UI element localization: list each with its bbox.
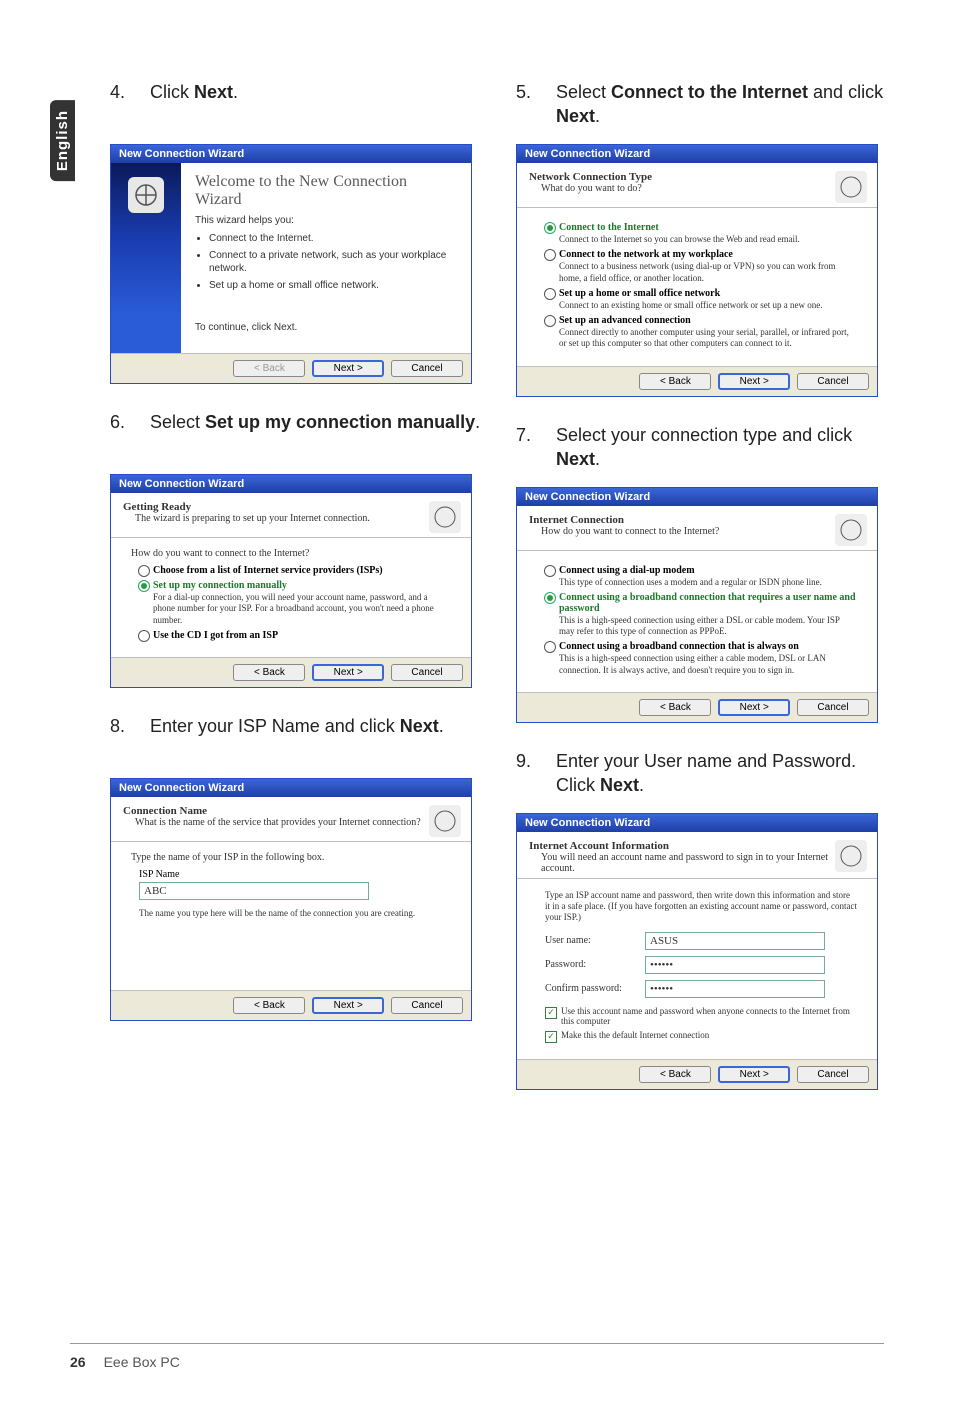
step-8-text: Enter your ISP Name and click Next. xyxy=(150,714,444,764)
wizard-titlebar: New Connection Wizard xyxy=(517,814,877,832)
step-5-heading: 5. Select Connect to the Internet and cl… xyxy=(516,80,894,130)
next-button[interactable]: Next > xyxy=(312,360,384,377)
isp-name-input[interactable]: ABC xyxy=(139,882,369,900)
back-button[interactable]: < Back xyxy=(639,373,711,390)
next-button[interactable]: Next > xyxy=(718,1066,790,1083)
wizard-header-title: Internet Account Information xyxy=(529,840,835,852)
username-input[interactable]: ASUS xyxy=(645,932,825,950)
wizard-5: New Connection Wizard Network Connection… xyxy=(516,144,878,397)
next-button[interactable]: Next > xyxy=(718,699,790,716)
wizard-header-sub: The wizard is preparing to set up your I… xyxy=(123,513,429,524)
network-icon xyxy=(835,840,867,872)
wizard-side-graphic xyxy=(111,163,181,353)
network-icon xyxy=(429,501,461,533)
page-number: 26 xyxy=(70,1354,86,1370)
network-icon xyxy=(124,173,168,217)
radio-option-home-net[interactable]: Set up a home or small office networkCon… xyxy=(545,288,857,311)
cancel-button[interactable]: Cancel xyxy=(797,1066,869,1083)
step-7-heading: 7. Select your connection type and click… xyxy=(516,423,894,473)
wizard-header-sub: How do you want to connect to the Intern… xyxy=(529,526,835,537)
bullet-item: Connect to the Internet. xyxy=(209,232,457,245)
wizard-header-sub: What do you want to do? xyxy=(529,183,835,194)
back-button[interactable]: < Back xyxy=(233,360,305,377)
wizard-titlebar: New Connection Wizard xyxy=(517,488,877,506)
wizard-header-title: Connection Name xyxy=(123,805,429,817)
radio-option-workplace[interactable]: Connect to the network at my workplaceCo… xyxy=(545,249,857,284)
checkbox-default-connection[interactable]: Make this the default Internet connectio… xyxy=(545,1030,857,1043)
radio-option-dialup[interactable]: Connect using a dial-up modemThis type o… xyxy=(545,565,857,588)
wizard-titlebar: New Connection Wizard xyxy=(111,779,471,797)
cancel-button[interactable]: Cancel xyxy=(797,373,869,390)
isp-note: The name you type here will be the name … xyxy=(139,908,451,919)
language-tab: English xyxy=(50,100,75,181)
network-icon xyxy=(835,514,867,546)
wizard-header-sub: What is the name of the service that pro… xyxy=(123,817,429,828)
bullet-item: Set up a home or small office network. xyxy=(209,279,457,292)
cancel-button[interactable]: Cancel xyxy=(391,664,463,681)
step-4-number: 4. xyxy=(110,80,130,130)
wizard-8: New Connection Wizard Connection Name Wh… xyxy=(110,778,472,1021)
wizard-titlebar: New Connection Wizard xyxy=(111,475,471,493)
checkbox-use-account-anyone[interactable]: Use this account name and password when … xyxy=(545,1006,857,1026)
network-icon xyxy=(835,171,867,203)
wizard-lead: This wizard helps you: xyxy=(195,215,457,226)
step-5-text: Select Connect to the Internet and click… xyxy=(556,80,894,130)
step-4-text: Click Next. xyxy=(150,80,238,130)
wizard-6: New Connection Wizard Getting Ready The … xyxy=(110,474,472,688)
prompt-text: How do you want to connect to the Intern… xyxy=(131,548,451,559)
radio-option-manual[interactable]: Set up my connection manuallyFor a dial-… xyxy=(139,580,451,626)
cancel-button[interactable]: Cancel xyxy=(391,360,463,377)
wizard-header-title: Internet Connection xyxy=(529,514,835,526)
step-8-number: 8. xyxy=(110,714,130,764)
wizard-7: New Connection Wizard Internet Connectio… xyxy=(516,487,878,723)
continue-note: To continue, click Next. xyxy=(195,322,457,333)
step-7-text: Select your connection type and click Ne… xyxy=(556,423,894,473)
back-button[interactable]: < Back xyxy=(639,699,711,716)
step-5-number: 5. xyxy=(516,80,536,130)
network-icon xyxy=(429,805,461,837)
next-button[interactable]: Next > xyxy=(312,664,384,681)
step-9-number: 9. xyxy=(516,749,536,799)
cancel-button[interactable]: Cancel xyxy=(391,997,463,1014)
wizard-header-title: Getting Ready xyxy=(123,501,429,513)
username-label: User name: xyxy=(545,935,635,946)
bullet-item: Connect to a private network, such as yo… xyxy=(209,249,457,275)
next-button[interactable]: Next > xyxy=(312,997,384,1014)
back-button[interactable]: < Back xyxy=(639,1066,711,1083)
confirm-password-input[interactable]: •••••• xyxy=(645,980,825,998)
radio-option-cd[interactable]: Use the CD I got from an ISP xyxy=(139,630,451,641)
step-6-text: Select Set up my connection manually. xyxy=(150,410,480,460)
wizard-welcome-title: Welcome to the New Connection Wizard xyxy=(195,173,457,209)
cancel-button[interactable]: Cancel xyxy=(797,699,869,716)
radio-option-broadband-on[interactable]: Connect using a broadband connection tha… xyxy=(545,641,857,676)
password-label: Password: xyxy=(545,959,635,970)
radio-option-internet[interactable]: Connect to the InternetConnect to the In… xyxy=(545,222,857,245)
wizard-4: New Connection Wizard Welcome to the New… xyxy=(110,144,472,384)
account-intro: Type an ISP account name and password, t… xyxy=(545,890,857,924)
radio-option-broadband-pw[interactable]: Connect using a broadband connection tha… xyxy=(545,592,857,638)
step-7-number: 7. xyxy=(516,423,536,473)
wizard-header-sub: You will need an account name and passwo… xyxy=(529,852,835,874)
product-name: Eee Box PC xyxy=(104,1354,180,1370)
back-button[interactable]: < Back xyxy=(233,664,305,681)
step-9-heading: 9. Enter your User name and Password. Cl… xyxy=(516,749,894,799)
step-9-text: Enter your User name and Password. Click… xyxy=(556,749,894,799)
step-4-heading: 4. Click Next. xyxy=(110,80,488,130)
wizard-9: New Connection Wizard Internet Account I… xyxy=(516,813,878,1090)
confirm-password-label: Confirm password: xyxy=(545,983,635,994)
radio-option-advanced[interactable]: Set up an advanced connectionConnect dir… xyxy=(545,315,857,350)
wizard-titlebar: New Connection Wizard xyxy=(517,145,877,163)
isp-prompt: Type the name of your ISP in the followi… xyxy=(131,852,451,863)
isp-name-label: ISP Name xyxy=(139,869,451,880)
step-6-number: 6. xyxy=(110,410,130,460)
step-8-heading: 8. Enter your ISP Name and click Next. xyxy=(110,714,488,764)
page-footer: 26 Eee Box PC xyxy=(70,1343,884,1370)
back-button[interactable]: < Back xyxy=(233,997,305,1014)
next-button[interactable]: Next > xyxy=(718,373,790,390)
wizard-header-title: Network Connection Type xyxy=(529,171,835,183)
password-input[interactable]: •••••• xyxy=(645,956,825,974)
wizard-titlebar: New Connection Wizard xyxy=(111,145,471,163)
radio-option-isp-list[interactable]: Choose from a list of Internet service p… xyxy=(139,565,451,576)
step-6-heading: 6. Select Set up my connection manually. xyxy=(110,410,488,460)
